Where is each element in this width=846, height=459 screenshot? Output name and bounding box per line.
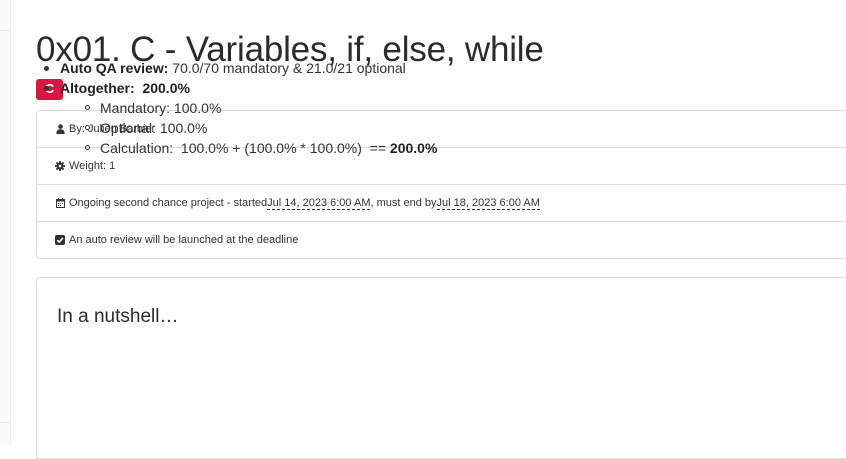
left-sidebar-edge	[0, 0, 11, 446]
auto-review-text: An auto review will be launched at the d…	[69, 234, 299, 246]
start-date[interactable]: Jul 14, 2023 6:00 AM	[267, 197, 371, 210]
auto-qa-review-item: Auto QA review: 70.0/70 mandatory & 21.0…	[43, 58, 437, 78]
cog-icon	[55, 161, 65, 172]
end-date[interactable]: Jul 18, 2023 6:00 AM	[436, 197, 540, 210]
nutshell-heading: In a nutshell…	[57, 306, 179, 327]
deadline-prefix-text: Ongoing second chance project - started	[69, 197, 268, 209]
calculation-item: Calculation: 100.0% + (100.0% * 100.0%) …	[84, 138, 438, 158]
calculation-text: Calculation: 100.0% + (100.0% * 100.0%) …	[100, 140, 390, 156]
nutshell-summary-list: Auto QA review: 70.0/70 mandatory & 21.0…	[43, 58, 437, 158]
sidebar-divider	[0, 30, 10, 31]
sidebar-divider	[0, 422, 10, 423]
score-breakdown-list: Mandatory: 100.0% Optional: 100.0% Calcu…	[60, 98, 437, 158]
altogether-item: Altogether: 200.0% Mandatory: 100.0% Opt…	[43, 78, 437, 158]
altogether-label: Altogether:	[60, 80, 135, 96]
auto-qa-value: 70.0/70 mandatory & 21.0/21 optional	[168, 60, 406, 76]
mandatory-score: Mandatory: 100.0%	[84, 98, 437, 118]
deadline-middle-text: , must end by	[370, 197, 437, 209]
info-item-deadline: Ongoing second chance project - started …	[37, 185, 846, 222]
altogether-value: 200.0%	[142, 80, 190, 96]
checkbox-checked-icon	[55, 235, 65, 246]
weight-text: Weight: 1	[69, 160, 116, 172]
auto-qa-label: Auto QA review:	[60, 60, 169, 76]
language-tag-badge: C	[36, 79, 63, 100]
nutshell-panel: In a nutshell…	[36, 277, 846, 459]
info-item-auto-review: An auto review will be launched at the d…	[37, 222, 846, 258]
calendar-icon	[55, 198, 65, 209]
optional-score: Optional: 100.0%	[84, 118, 437, 138]
calculation-result: 200.0%	[389, 140, 438, 156]
